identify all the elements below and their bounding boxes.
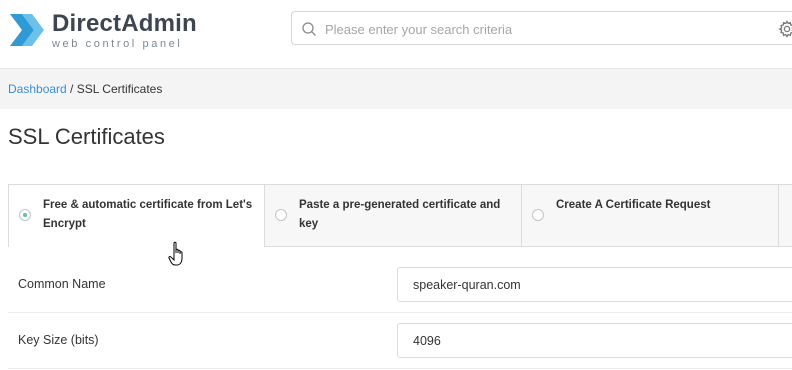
breadcrumb-current: SSL Certificates <box>76 82 163 96</box>
breadcrumb: Dashboard / SSL Certificates <box>8 82 162 96</box>
breadcrumb-dashboard-link[interactable]: Dashboard <box>8 82 67 96</box>
tab-certificate-request-label: Create A Certificate Request <box>556 199 711 211</box>
radio-certificate-request[interactable] <box>532 209 544 221</box>
brand-tagline: web control panel <box>52 38 183 50</box>
key-size-row: Key Size (bits) <box>8 313 792 369</box>
breadcrumb-bar: Dashboard / SSL Certificates <box>0 69 792 109</box>
radio-paste-certificate[interactable] <box>275 209 287 221</box>
common-name-input[interactable] <box>397 267 792 302</box>
key-size-label: Key Size (bits) <box>18 333 99 347</box>
search-box[interactable] <box>291 11 792 45</box>
brand-name: DirectAdmin <box>52 10 197 37</box>
tab-paste-certificate[interactable]: Paste a pre-generated certificate and ke… <box>265 185 522 246</box>
tab-letsencrypt[interactable]: Free & automatic certificate from Let's … <box>9 185 265 247</box>
hand-pointer-cursor-icon <box>168 241 183 266</box>
tab-paste-certificate-label: Paste a pre-generated certificate and ke… <box>299 199 501 230</box>
breadcrumb-separator: / <box>66 82 77 96</box>
page-title: SSL Certificates <box>8 124 165 149</box>
tab-letsencrypt-label: Free & automatic certificate from Let's … <box>43 199 253 230</box>
tab-more-options[interactable] <box>779 185 792 246</box>
common-name-row: Common Name <box>8 257 792 313</box>
gear-icon[interactable] <box>778 20 792 38</box>
certificate-method-tabs: Free & automatic certificate from Let's … <box>8 184 792 247</box>
tab-certificate-request[interactable]: Create A Certificate Request <box>522 185 779 246</box>
key-size-input[interactable] <box>397 323 792 358</box>
search-input[interactable] <box>323 18 767 40</box>
logo[interactable]: DirectAdmin web control panel <box>8 8 198 50</box>
radio-letsencrypt[interactable] <box>19 209 31 221</box>
directadmin-logo-icon <box>10 14 44 46</box>
common-name-label: Common Name <box>18 277 106 291</box>
top-header: DirectAdmin web control panel <box>0 0 792 69</box>
search-icon[interactable] <box>301 21 317 37</box>
